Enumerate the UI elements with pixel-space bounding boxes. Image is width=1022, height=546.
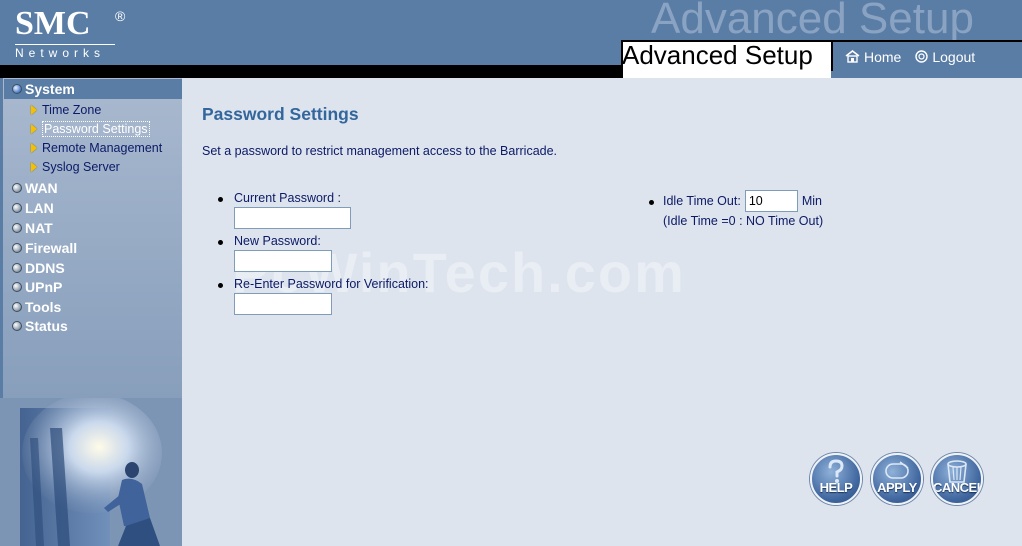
- help-button-label: HELP: [819, 480, 853, 495]
- reenter-password-label: Re-Enter Password for Verification:: [234, 277, 429, 291]
- sidebar-subitem-label: Time Zone: [42, 103, 102, 117]
- sidebar-item-label: WAN: [25, 180, 58, 196]
- idle-timeout-note: (Idle Time =0 : NO Time Out): [663, 214, 824, 228]
- bullet-icon: [12, 321, 22, 331]
- page-heading: Advanced Setup: [622, 40, 813, 70]
- logo-brand: SMC: [15, 5, 91, 42]
- sidebar-item-label: UPnP: [25, 279, 63, 295]
- reenter-password-field[interactable]: [234, 293, 332, 315]
- sidebar-item-firewall[interactable]: Firewall: [12, 238, 77, 258]
- top-links: Home Logout: [831, 40, 1022, 71]
- idle-timeout-group: Idle Time Out: Min (Idle Time =0 : NO Ti…: [649, 190, 824, 228]
- sidebar-item-label: DDNS: [25, 260, 65, 276]
- sidebar-subitem-password-settings[interactable]: Password Settings: [31, 120, 150, 138]
- header-watermark-title: Advanced Setup: [651, 0, 974, 43]
- sidebar-item-system[interactable]: System: [4, 79, 182, 99]
- sidebar-item-tools[interactable]: Tools: [12, 297, 61, 317]
- sidebar-item-status[interactable]: Status: [12, 316, 68, 336]
- sidebar-item-upnp[interactable]: UPnP: [12, 277, 62, 297]
- sidebar-subitem-label: Password Settings: [42, 121, 150, 137]
- arrow-right-icon: [31, 143, 37, 153]
- page-description: Set a password to restrict management ac…: [202, 144, 558, 158]
- logout-link-label: Logout: [932, 48, 976, 65]
- list-bullet: [218, 283, 223, 288]
- sidebar-item-lan[interactable]: LAN: [12, 198, 54, 218]
- help-button[interactable]: HELP: [810, 453, 862, 505]
- sidebar-item-label: Firewall: [25, 240, 78, 256]
- list-bullet: [218, 240, 223, 245]
- sidebar-subitem-label: Syslog Server: [42, 160, 120, 174]
- cancel-button[interactable]: CANCEL: [931, 453, 983, 505]
- sidebar-subitem-label: Remote Management: [42, 141, 163, 155]
- sidebar-item-label: System: [25, 81, 75, 97]
- idle-timeout-field[interactable]: [744, 190, 798, 212]
- idle-timeout-unit: Min: [801, 194, 822, 208]
- app-window: Advanced Setup SMC ® Networks Advanced S…: [0, 0, 1022, 546]
- list-bullet: [218, 197, 223, 202]
- cancel-button-label: CANCEL: [933, 480, 983, 495]
- header-divider-bar: [0, 65, 621, 78]
- sidebar-item-wan[interactable]: WAN: [12, 178, 58, 198]
- home-link-label: Home: [864, 48, 902, 65]
- bullet-icon: [12, 183, 22, 193]
- logo-registered-mark: ®: [115, 8, 126, 24]
- idle-timeout-label: Idle Time Out:: [663, 194, 741, 208]
- logout-icon: [915, 50, 929, 63]
- arrow-right-icon: [31, 124, 37, 134]
- current-password-group: Current Password :: [218, 191, 351, 229]
- current-password-field[interactable]: [234, 207, 351, 229]
- logo-subtitle: Networks: [15, 44, 115, 60]
- sidebar-subitem-remote-management[interactable]: Remote Management: [31, 139, 162, 157]
- bullet-icon: [12, 203, 22, 213]
- arrow-right-icon: [31, 105, 37, 115]
- smc-logo: SMC ® Networks: [15, 5, 125, 60]
- home-icon: [845, 50, 860, 63]
- current-password-label: Current Password :: [234, 191, 341, 205]
- new-password-group: New Password:: [218, 234, 332, 272]
- bullet-icon: [12, 302, 22, 312]
- main-content: PcWinTech.com Password Settings Set a pa…: [182, 78, 1022, 546]
- new-password-field[interactable]: [234, 250, 332, 272]
- apply-button[interactable]: APPLY: [871, 453, 923, 505]
- page-title: Password Settings: [202, 104, 359, 124]
- header-banner: Advanced Setup SMC ® Networks Advanced S…: [0, 0, 1022, 78]
- sidebar-subitem-time-zone[interactable]: Time Zone: [31, 101, 101, 119]
- sidebar-item-label: Tools: [25, 299, 62, 315]
- sidebar-item-label: LAN: [25, 200, 54, 216]
- list-bullet: [649, 200, 654, 205]
- bullet-icon: [12, 223, 22, 233]
- apply-button-label: APPLY: [877, 480, 917, 495]
- new-password-label: New Password:: [234, 234, 321, 248]
- sidebar-item-label: Status: [25, 318, 68, 334]
- bullet-icon: [12, 282, 22, 292]
- bullet-icon: [12, 263, 22, 273]
- reenter-password-group: Re-Enter Password for Verification:: [218, 277, 429, 315]
- sidebar-subitem-syslog-server[interactable]: Syslog Server: [31, 158, 120, 176]
- sidebar: System Time Zone Password Settings Remot…: [0, 78, 182, 546]
- bullet-icon: [12, 243, 22, 253]
- sidebar-decorative-image: [0, 398, 182, 546]
- sidebar-item-ddns[interactable]: DDNS: [12, 258, 65, 278]
- home-link[interactable]: Home: [845, 49, 901, 65]
- sidebar-item-nat[interactable]: NAT: [12, 218, 53, 238]
- arrow-right-icon: [31, 162, 37, 172]
- sidebar-item-label: NAT: [25, 220, 53, 236]
- bullet-icon: [12, 84, 22, 94]
- logout-link[interactable]: Logout: [915, 49, 975, 65]
